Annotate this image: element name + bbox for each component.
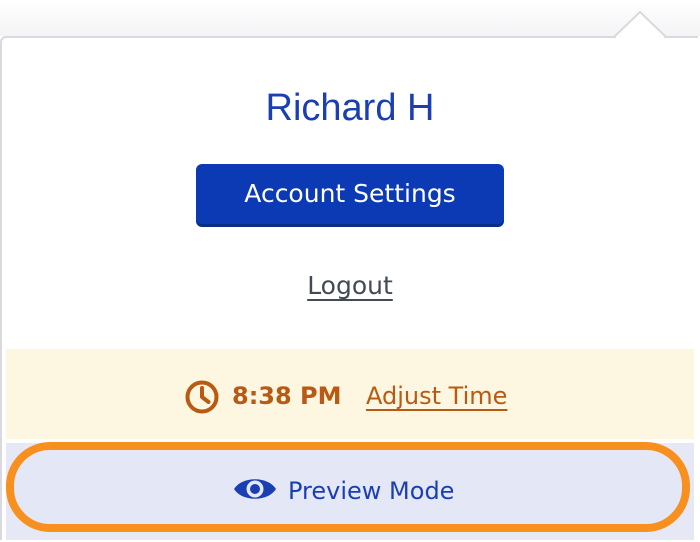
preview-mode-label: Preview Mode [288,477,455,505]
logout-link-row: Logout [0,268,700,304]
current-time: 8:38 PM [232,382,342,410]
user-name: Richard H [265,87,435,129]
account-dropdown-stage: Richard H Account Settings Logout 8:38 P… [0,0,700,542]
account-settings-button[interactable]: Account Settings [196,164,504,224]
clock-icon [185,380,219,414]
backdrop [0,0,700,36]
popover-caret [614,10,666,38]
logout-link[interactable]: Logout [307,271,393,300]
time-bar [6,349,694,439]
adjust-time-link[interactable]: Adjust Time [366,378,507,414]
eye-icon [234,479,276,499]
